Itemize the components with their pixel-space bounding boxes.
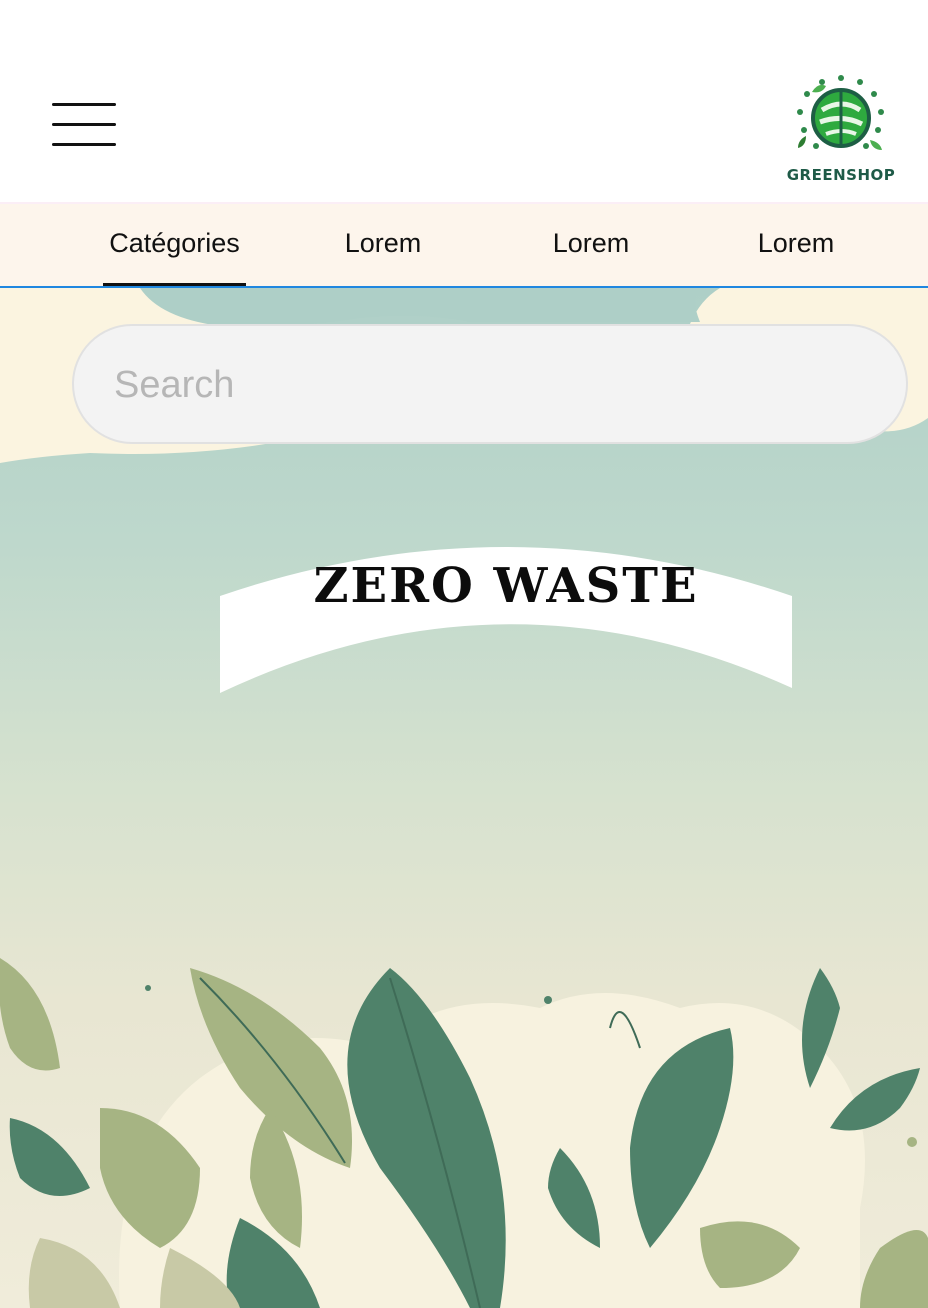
tab-lorem-3[interactable]: Lorem (746, 204, 846, 286)
search-bar[interactable] (72, 324, 908, 444)
tab-categories[interactable]: Catégories (103, 204, 246, 286)
hero-section (0, 288, 928, 1308)
search-input[interactable] (112, 326, 876, 444)
banner-title: ZERO WASTE (313, 558, 699, 614)
hamburger-menu-icon[interactable] (52, 103, 116, 147)
category-tab-bar: Catégories Lorem Lorem Lorem (0, 202, 928, 290)
tab-lorem-2[interactable]: Lorem (541, 204, 641, 286)
tab-lorem-1[interactable]: Lorem (333, 204, 433, 286)
app-header: GREENSHOP (0, 0, 928, 202)
logo-text: GREENSHOP (786, 166, 896, 184)
globe-recycle-logo (797, 75, 884, 150)
greenshop-logo[interactable]: GREENSHOP (786, 70, 896, 188)
